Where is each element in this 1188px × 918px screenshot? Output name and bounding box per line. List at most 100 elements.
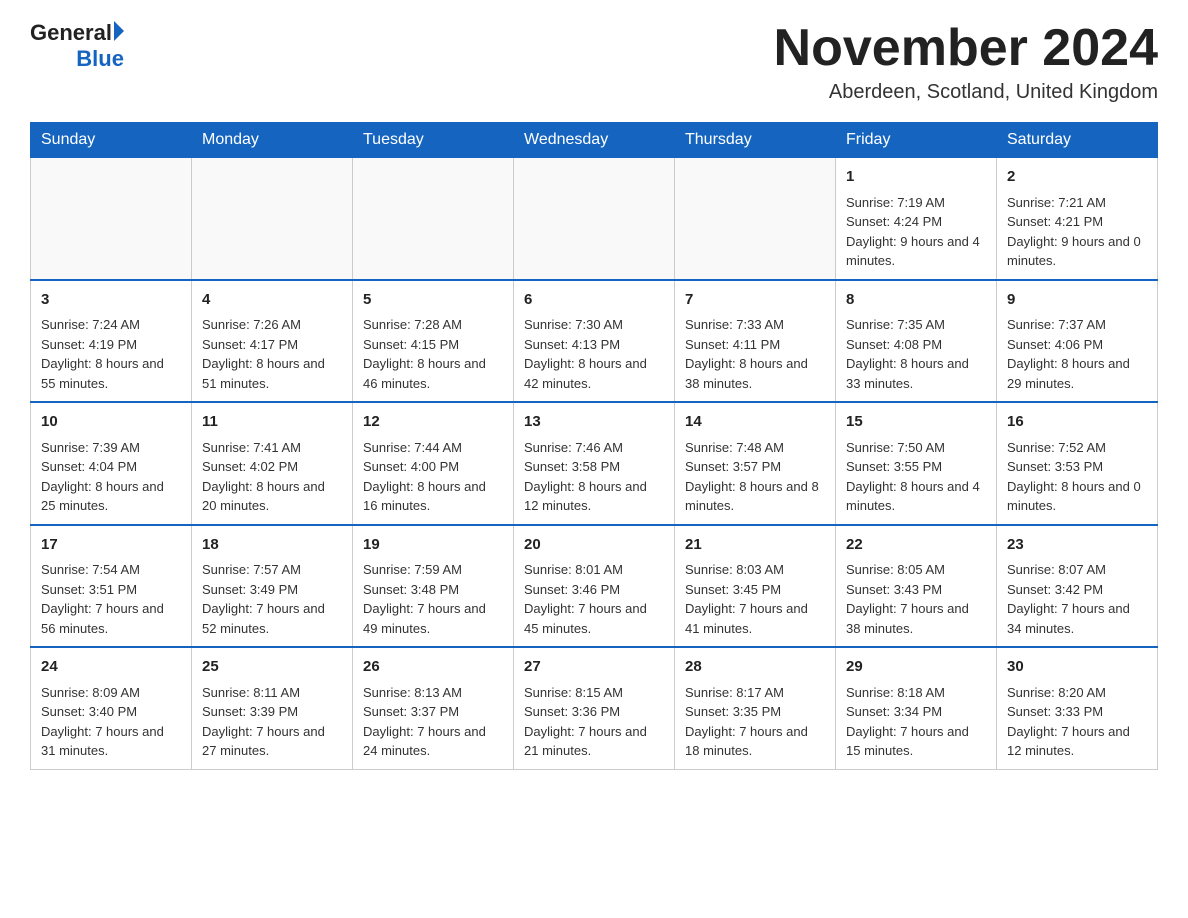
day-info-line: Daylight: 8 hours and 0 minutes. <box>1007 477 1147 516</box>
day-number: 8 <box>846 289 986 312</box>
calendar-week-row-5: 24Sunrise: 8:09 AMSunset: 3:40 PMDayligh… <box>31 647 1158 769</box>
calendar-cell: 25Sunrise: 8:11 AMSunset: 3:39 PMDayligh… <box>192 647 353 769</box>
calendar-cell: 30Sunrise: 8:20 AMSunset: 3:33 PMDayligh… <box>997 647 1158 769</box>
calendar-cell: 11Sunrise: 7:41 AMSunset: 4:02 PMDayligh… <box>192 402 353 525</box>
day-number: 24 <box>41 656 181 679</box>
day-info-line: Sunset: 4:19 PM <box>41 335 181 355</box>
calendar-week-row-2: 3Sunrise: 7:24 AMSunset: 4:19 PMDaylight… <box>31 280 1158 403</box>
calendar-week-row-4: 17Sunrise: 7:54 AMSunset: 3:51 PMDayligh… <box>31 525 1158 648</box>
day-info-line: Sunset: 4:02 PM <box>202 457 342 477</box>
day-number: 13 <box>524 411 664 434</box>
day-info-line: Daylight: 7 hours and 52 minutes. <box>202 599 342 638</box>
calendar-cell: 3Sunrise: 7:24 AMSunset: 4:19 PMDaylight… <box>31 280 192 403</box>
day-info-line: Sunrise: 8:18 AM <box>846 683 986 703</box>
day-number: 16 <box>1007 411 1147 434</box>
day-number: 4 <box>202 289 342 312</box>
calendar-cell: 10Sunrise: 7:39 AMSunset: 4:04 PMDayligh… <box>31 402 192 525</box>
day-info-line: Sunrise: 7:44 AM <box>363 438 503 458</box>
day-number: 10 <box>41 411 181 434</box>
title-area: November 2024 Aberdeen, Scotland, United… <box>774 20 1158 104</box>
calendar-cell: 12Sunrise: 7:44 AMSunset: 4:00 PMDayligh… <box>353 402 514 525</box>
day-info-line: Daylight: 7 hours and 34 minutes. <box>1007 599 1147 638</box>
day-info-line: Daylight: 9 hours and 0 minutes. <box>1007 232 1147 271</box>
day-info-line: Sunset: 4:13 PM <box>524 335 664 355</box>
calendar-cell: 14 Sunrise: 7:48 AMSunset: 3:57 PMDayligh… <box>675 402 836 525</box>
day-number: 12 <box>363 411 503 434</box>
day-number: 27 <box>524 656 664 679</box>
day-info-line: Sunset: 3:33 PM <box>1007 702 1147 722</box>
day-info-line: Sunrise: 7:33 AM <box>685 315 825 335</box>
day-info-line: Daylight: 8 hours and 8 minutes. <box>685 477 825 516</box>
day-info-line: Daylight: 8 hours and 38 minutes. <box>685 354 825 393</box>
calendar-cell: 2 Sunrise: 7:21 AMSunset: 4:21 PMDaylight… <box>997 158 1158 280</box>
day-info-line: Sunrise: 8:05 AM <box>846 560 986 580</box>
calendar-cell: 1Sunrise: 7:19 AMSunset: 4:24 PMDaylight… <box>836 158 997 280</box>
day-info-line: Sunrise: 8:15 AM <box>524 683 664 703</box>
day-info-line: Sunset: 3:42 PM <box>1007 580 1147 600</box>
day-info-line: Sunrise: 7:19 AM <box>846 193 986 213</box>
weekday-header-wednesday: Wednesday <box>514 123 675 158</box>
day-info-line: Daylight: 8 hours and 29 minutes. <box>1007 354 1147 393</box>
day-number: 21 <box>685 534 825 557</box>
day-info-line: Sunrise: 8:01 AM <box>524 560 664 580</box>
day-info-line: Sunset: 3:51 PM <box>41 580 181 600</box>
calendar-cell <box>353 158 514 280</box>
day-info-line: Daylight: 7 hours and 41 minutes. <box>685 599 825 638</box>
day-info-line: Daylight: 7 hours and 49 minutes. <box>363 599 503 638</box>
day-info-line: Sunset: 3:40 PM <box>41 702 181 722</box>
calendar-cell: 20Sunrise: 8:01 AMSunset: 3:46 PMDayligh… <box>514 525 675 648</box>
calendar-table: SundayMondayTuesdayWednesdayThursdayFrid… <box>30 122 1158 770</box>
day-info-line: Sunset: 4:04 PM <box>41 457 181 477</box>
weekday-header-friday: Friday <box>836 123 997 158</box>
day-number: 15 <box>846 411 986 434</box>
day-info-line: Sunset: 3:37 PM <box>363 702 503 722</box>
day-number: 5 <box>363 289 503 312</box>
day-info-line: Daylight: 7 hours and 15 minutes. <box>846 722 986 761</box>
day-info-line: Daylight: 9 hours and 4 minutes. <box>846 232 986 271</box>
day-info-line: Sunrise: 8:11 AM <box>202 683 342 703</box>
calendar-cell: 21Sunrise: 8:03 AMSunset: 3:45 PMDayligh… <box>675 525 836 648</box>
day-info-line: Sunrise: 7:52 AM <box>1007 438 1147 458</box>
calendar-cell <box>675 158 836 280</box>
weekday-header-sunday: Sunday <box>31 123 192 158</box>
day-info-line: Sunset: 4:21 PM <box>1007 212 1147 232</box>
logo: General Blue <box>30 20 124 73</box>
calendar-week-row-3: 10 Sunrise: 7:39 AMSunset: 4:04 PM Dayligh… <box>31 402 1158 525</box>
day-number: 11 <box>202 411 342 434</box>
day-info-line: Sunrise: 7:28 AM <box>363 315 503 335</box>
calendar-cell: 22Sunrise: 8:05 AMSunset: 3:43 PMDayligh… <box>836 525 997 648</box>
logo-blue-text: Blue <box>76 46 124 72</box>
weekday-header-saturday: Saturday <box>997 123 1158 158</box>
day-info-line: Daylight: 7 hours and 45 minutes. <box>524 599 664 638</box>
day-number: 22 <box>846 534 986 557</box>
calendar-cell: 27Sunrise: 8:15 AMSunset: 3:36 PMDayligh… <box>514 647 675 769</box>
main-title: November 2024 <box>774 20 1158 77</box>
calendar-cell <box>514 158 675 280</box>
day-info-line: Sunrise: 7:54 AM <box>41 560 181 580</box>
calendar-cell: 29Sunrise: 8:18 AMSunset: 3:34 PMDayligh… <box>836 647 997 769</box>
day-info-line: Sunset: 4:08 PM <box>846 335 986 355</box>
logo-arrow-icon <box>114 21 124 41</box>
calendar-cell <box>192 158 353 280</box>
day-number: 18 <box>202 534 342 557</box>
day-info-line: Sunrise: 7:46 AM <box>524 438 664 458</box>
day-number: 14 <box>685 411 825 434</box>
day-info-line: Sunset: 3:43 PM <box>846 580 986 600</box>
day-info-line: Sunrise: 7:35 AM <box>846 315 986 335</box>
day-info-line: Sunset: 3:45 PM <box>685 580 825 600</box>
day-info-line: Sunrise: 7:30 AM <box>524 315 664 335</box>
day-info-line: Sunrise: 7:24 AM <box>41 315 181 335</box>
day-info-line: Sunrise: 7:48 AM <box>685 438 825 458</box>
day-info-line: Sunrise: 7:21 AM <box>1007 193 1147 213</box>
day-number: 6 <box>524 289 664 312</box>
day-info-line: Sunset: 3:57 PM <box>685 457 825 477</box>
day-info-line: Sunrise: 7:39 AM <box>41 438 181 458</box>
day-number: 23 <box>1007 534 1147 557</box>
day-number: 2 <box>1007 166 1147 189</box>
day-info-line: Daylight: 7 hours and 27 minutes. <box>202 722 342 761</box>
day-info-line: Daylight: 7 hours and 12 minutes. <box>1007 722 1147 761</box>
day-info-line: Daylight: 7 hours and 21 minutes. <box>524 722 664 761</box>
day-info-line: Sunrise: 7:26 AM <box>202 315 342 335</box>
calendar-cell: 9Sunrise: 7:37 AMSunset: 4:06 PMDaylight… <box>997 280 1158 403</box>
day-number: 28 <box>685 656 825 679</box>
